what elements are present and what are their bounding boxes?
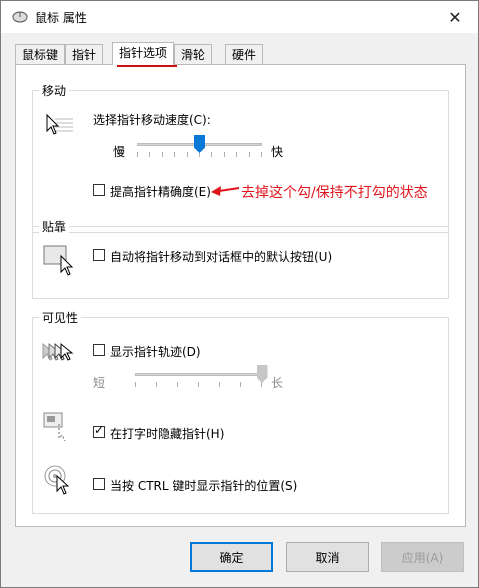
slider-tick <box>149 152 151 157</box>
snap-to-icon <box>43 244 77 279</box>
long-label: 长 <box>271 376 284 390</box>
speed-label: 选择指针移动速度(C): <box>93 113 211 127</box>
annotation-underline <box>117 65 177 67</box>
slider-tick <box>186 152 188 157</box>
ctrl-location-label: 当按 CTRL 键时显示指针的位置(S) <box>110 479 298 493</box>
tab-hardware[interactable]: 硬件 <box>225 44 264 64</box>
show-location-icon <box>43 464 75 499</box>
hide-while-typing-label: 在打字时隐藏指针(H) <box>110 427 225 441</box>
trails-checkbox[interactable] <box>93 344 105 356</box>
slider-tick <box>211 152 213 157</box>
motion-group-label: 移动 <box>39 82 70 99</box>
red-arrow-icon <box>211 183 241 200</box>
tab-bar: 鼠标键 指针 指针选项 滑轮 硬件 <box>15 42 465 65</box>
slider-tick <box>219 382 220 387</box>
trails-slider-thumb[interactable] <box>256 365 268 383</box>
slider-tick <box>198 382 199 387</box>
trails-slider-track[interactable] <box>135 373 262 376</box>
slider-tick <box>137 152 138 157</box>
precision-checkbox[interactable] <box>93 184 105 196</box>
mouse-properties-window: 鼠标 属性 ✕ 鼠标键 指针 指针选项 滑轮 硬件 移动 选择指针移动速度(C)… <box>0 0 479 588</box>
visibility-group-label: 可见性 <box>39 309 82 326</box>
title-bar: 鼠标 属性 ✕ <box>1 1 478 33</box>
window-title: 鼠标 属性 <box>35 11 87 25</box>
slider-tick <box>174 152 176 157</box>
mouse-icon <box>12 10 28 27</box>
snap-label: 自动将指针移动到对话框中的默认按钮(U) <box>110 250 333 264</box>
red-annotation-text: 去掉这个勾/保持不打勾的状态 <box>241 185 428 201</box>
slider-tick <box>248 152 250 157</box>
slider-tick <box>240 382 241 387</box>
fast-label: 快 <box>271 145 284 159</box>
visibility-group: 可见性 显示指针轨迹(D) 短 长 ✓ 在打字时隐藏指针(H) 当按 CTRL … <box>32 309 449 514</box>
cancel-button[interactable]: 取消 <box>286 542 369 572</box>
slider-tick <box>236 152 238 157</box>
tab-pointer-options[interactable]: 指针选项 <box>112 42 175 65</box>
slider-tick <box>223 152 225 157</box>
pointer-speed-icon <box>43 113 77 140</box>
snap-group-label: 贴靠 <box>39 218 70 235</box>
apply-button[interactable]: 应用(A) <box>381 542 464 572</box>
trails-label: 显示指针轨迹(D) <box>110 345 201 359</box>
short-label: 短 <box>93 376 106 390</box>
snap-group: 贴靠 自动将指针移动到对话框中的默认按钮(U) <box>32 218 449 299</box>
close-button[interactable]: ✕ <box>432 1 478 33</box>
ctrl-location-checkbox[interactable] <box>93 478 105 490</box>
slider-tick <box>177 382 178 387</box>
slider-tick <box>161 152 163 157</box>
tab-content-pointer-options: 移动 选择指针移动速度(C): 慢 快 提高指针精确度(E) 贴靠 自动将指针移… <box>15 64 466 527</box>
slow-label: 慢 <box>113 145 126 159</box>
slider-tick <box>261 152 262 157</box>
hide-while-typing-checkbox[interactable] <box>93 423 105 438</box>
ok-button[interactable]: 确定 <box>190 542 273 572</box>
snap-checkbox[interactable] <box>93 249 105 261</box>
tab-buttons[interactable]: 鼠标键 <box>15 44 66 64</box>
slider-tick <box>156 382 157 387</box>
hide-pointer-icon <box>43 410 75 445</box>
slider-tick <box>135 382 136 387</box>
trails-slider-ticks <box>135 382 262 387</box>
tab-pointers[interactable]: 指针 <box>65 44 104 64</box>
speed-slider-thumb[interactable] <box>194 135 205 153</box>
close-icon: ✕ <box>448 7 462 27</box>
precision-label: 提高指针精确度(E) <box>110 185 211 199</box>
motion-group: 移动 选择指针移动速度(C): 慢 快 提高指针精确度(E) <box>32 82 449 233</box>
tab-wheel[interactable]: 滑轮 <box>174 44 213 64</box>
pointer-trails-icon <box>41 340 77 369</box>
